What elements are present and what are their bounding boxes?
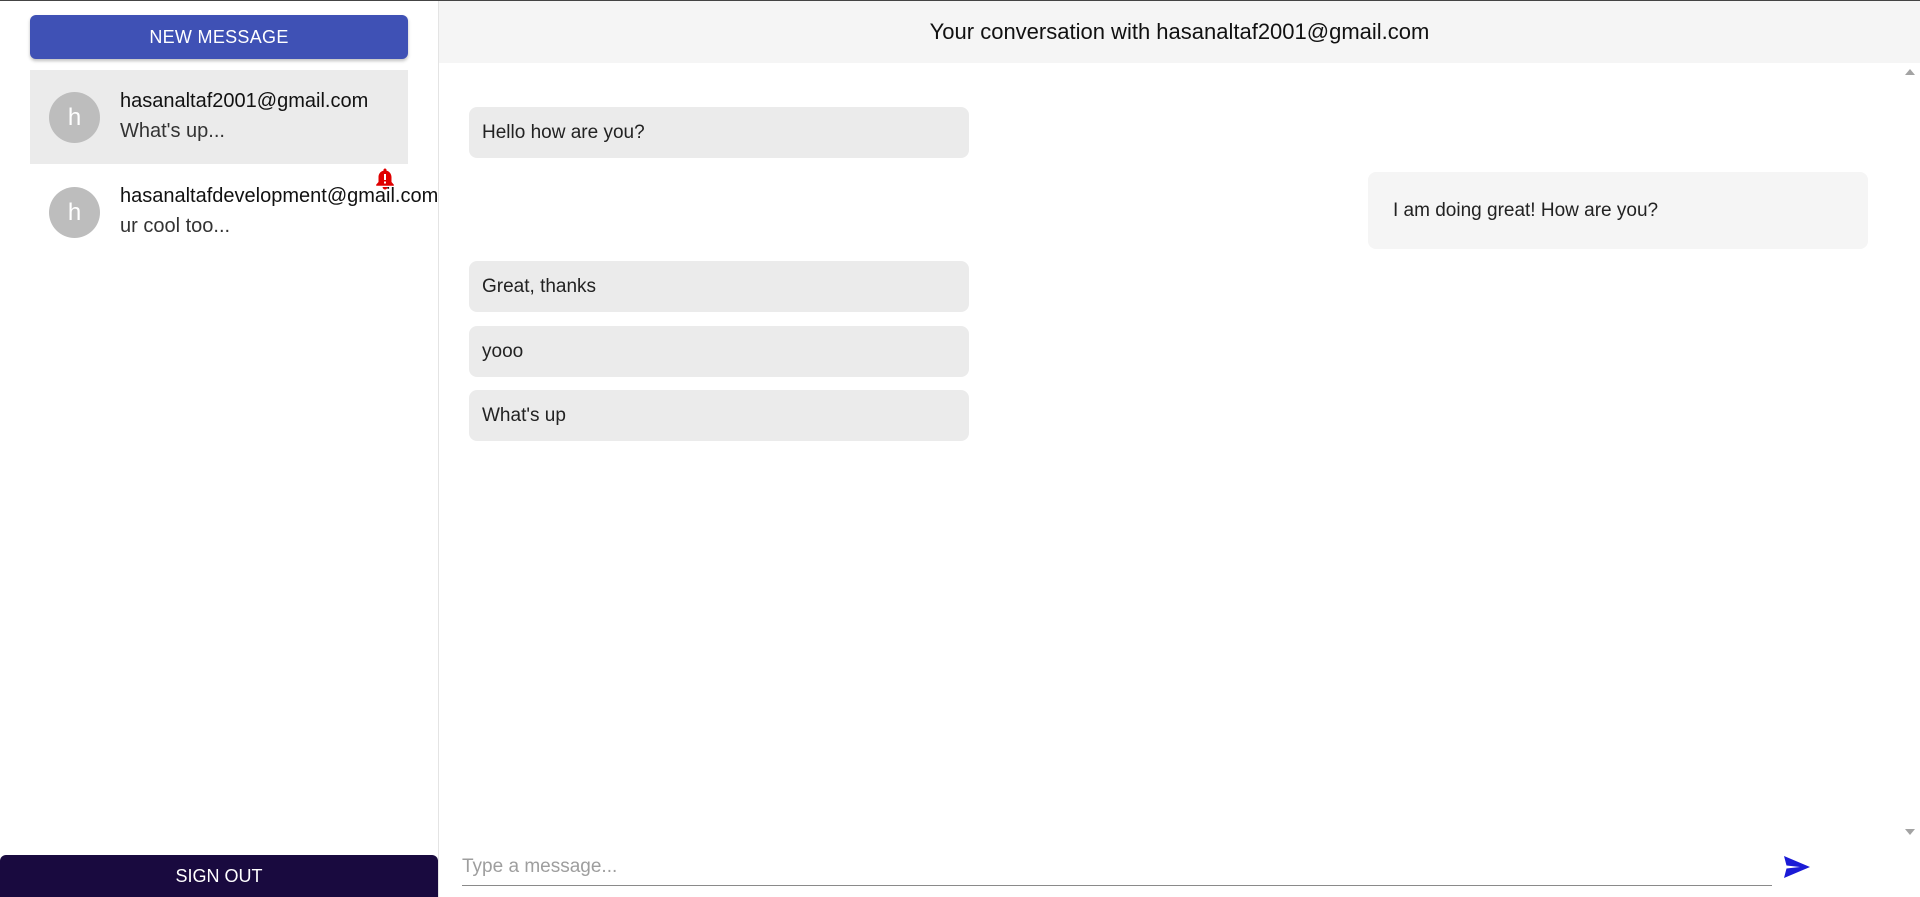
message-bubble-received: Great, thanks: [469, 261, 969, 312]
conversation-preview: ur cool too...: [120, 215, 231, 237]
avatar: h: [49, 92, 100, 143]
avatar: h: [49, 187, 100, 238]
conversation-header: Your conversation with hasanaltaf2001@gm…: [439, 1, 1920, 63]
scroll-up-icon[interactable]: [1905, 69, 1915, 75]
scroll-down-icon[interactable]: [1905, 829, 1915, 835]
sign-out-button[interactable]: SIGN OUT: [0, 855, 438, 897]
conversation-email: hasanaltaf2001@gmail.com: [120, 90, 369, 112]
message-list: Hello how are you? I am doing great! How…: [439, 63, 1899, 841]
new-message-button[interactable]: NEW MESSAGE: [30, 15, 408, 59]
conversation-item[interactable]: h hasanaltafdevelopment@gmail.com ur coo…: [30, 165, 438, 259]
sidebar: NEW MESSAGE h hasanaltaf2001@gmail.com W…: [0, 1, 439, 897]
conversation-preview: What's up...: [120, 120, 225, 142]
message-bubble-received: Hello how are you?: [469, 107, 969, 158]
conversation-item[interactable]: h hasanaltaf2001@gmail.com What's up...: [30, 70, 408, 164]
send-icon: [1784, 856, 1810, 878]
send-button[interactable]: [1775, 847, 1819, 887]
message-bubble-received: What's up: [469, 390, 969, 441]
scrollbar[interactable]: [1899, 63, 1920, 841]
message-bubble-received: yooo: [469, 326, 969, 377]
composer: [439, 841, 1920, 897]
bell-alert-icon: [376, 168, 394, 190]
message-bubble-sent: I am doing great! How are you?: [1368, 172, 1868, 249]
page-title: Your conversation with hasanaltaf2001@gm…: [929, 19, 1430, 44]
message-input[interactable]: [462, 849, 1772, 886]
